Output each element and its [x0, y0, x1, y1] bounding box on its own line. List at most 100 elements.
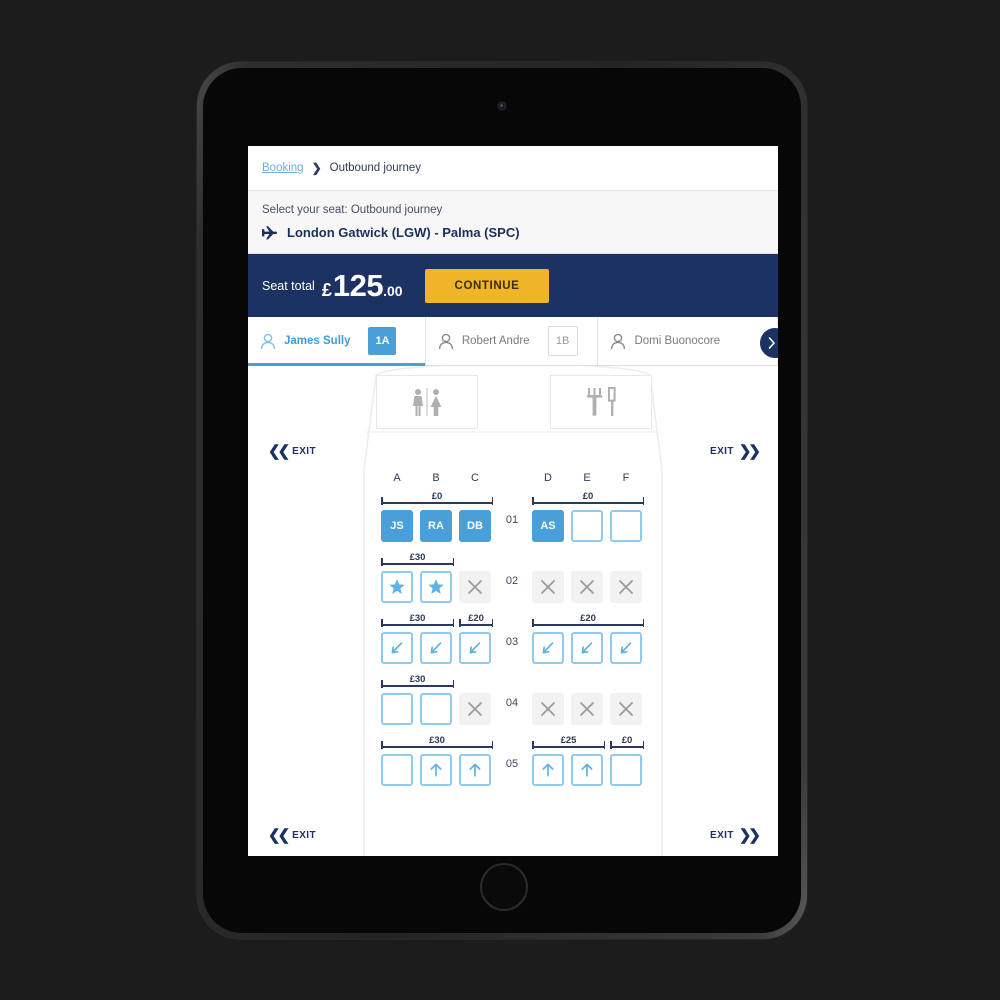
- seat-03D[interactable]: [532, 632, 564, 664]
- seat-total-amount: £ 125 .00: [322, 270, 403, 301]
- seat-02C: [459, 571, 491, 603]
- seat-01E[interactable]: [571, 510, 603, 542]
- seat-row-03: £30 £20 £20 03: [248, 613, 778, 675]
- chevron-right-double-icon: ❯❯: [738, 443, 761, 460]
- passenger-tab-james-sully[interactable]: James Sully 1A: [248, 317, 426, 366]
- price-bracket-row02-left: £30: [381, 552, 454, 566]
- seat-05D[interactable]: [532, 754, 564, 786]
- column-label-f: F: [622, 472, 630, 484]
- legroom-icon: [578, 639, 596, 657]
- exit-label: EXIT: [710, 446, 734, 457]
- breadcrumb: Booking ❯ Outbound journey: [248, 146, 778, 191]
- seat-row-01: £0 £0 JS RA DB 01 AS: [248, 491, 778, 553]
- seat-01D[interactable]: AS: [532, 510, 564, 542]
- route-header: Select your seat: Outbound journey Londo…: [248, 191, 778, 254]
- legroom-icon: [539, 639, 557, 657]
- route-title-row: London Gatwick (LGW) - Palma (SPC): [262, 225, 778, 240]
- seat-02D: [532, 571, 564, 603]
- person-icon: [438, 333, 454, 350]
- person-icon: [260, 333, 276, 350]
- screenshot-stage: Booking ❯ Outbound journey Select your s…: [0, 0, 1000, 1000]
- seat-01A[interactable]: JS: [381, 510, 413, 542]
- galley-facility: [550, 375, 652, 429]
- price-bracket-row01-left: £0: [381, 491, 493, 505]
- passenger-seat-badge[interactable]: 1A: [368, 327, 397, 355]
- cross-icon: [618, 701, 634, 717]
- seat-03B[interactable]: [420, 632, 452, 664]
- bracket-price: £20: [576, 613, 600, 624]
- seat-04A[interactable]: [381, 693, 413, 725]
- seat-03F[interactable]: [610, 632, 642, 664]
- cross-icon: [618, 579, 634, 595]
- exit-row-bottom: ❮❮ EXIT EXIT ❯❯: [248, 828, 778, 843]
- exit-label: EXIT: [292, 830, 316, 841]
- exit-marker-right: EXIT ❯❯: [710, 828, 761, 843]
- cross-icon: [467, 579, 483, 595]
- price-bracket-row01-right: £0: [532, 491, 644, 505]
- passenger-seat-badge[interactable]: 1B: [547, 326, 578, 356]
- legroom-icon: [388, 639, 406, 657]
- seat-05A[interactable]: [381, 754, 413, 786]
- bracket-price: £20: [464, 613, 488, 624]
- row-number-01: 01: [505, 514, 519, 526]
- amount-decimal: .00: [383, 283, 403, 299]
- seat-02B[interactable]: [420, 571, 452, 603]
- seat-02A[interactable]: [381, 571, 413, 603]
- seat-01F[interactable]: [610, 510, 642, 542]
- seat-03C[interactable]: [459, 632, 491, 664]
- chevron-left-double-icon: ❮❮: [268, 827, 290, 844]
- seat-01B[interactable]: RA: [420, 510, 452, 542]
- legroom-icon: [617, 639, 635, 657]
- bracket-price: £25: [556, 735, 581, 746]
- seat-04C: [459, 693, 491, 725]
- seat-05E[interactable]: [571, 754, 603, 786]
- seat-initials: RA: [428, 520, 444, 532]
- passenger-tab-robert-andre[interactable]: Robert Andre 1B: [426, 317, 599, 365]
- seat-initials: DB: [467, 520, 483, 532]
- breadcrumb-current: Outbound journey: [329, 162, 422, 174]
- home-button[interactable]: [480, 863, 528, 911]
- seat-05C[interactable]: [459, 754, 491, 786]
- price-bracket-row05-left: £30: [381, 735, 493, 749]
- passenger-name: James Sully: [284, 335, 351, 347]
- seat-05B[interactable]: [420, 754, 452, 786]
- lavatory-facility: [376, 375, 478, 429]
- seat-03E[interactable]: [571, 632, 603, 664]
- price-bracket-row04-left: £30: [381, 674, 454, 688]
- seat-01C[interactable]: DB: [459, 510, 491, 542]
- person-icon: [610, 333, 626, 350]
- breadcrumb-link-booking[interactable]: Booking: [262, 162, 304, 174]
- price-bracket-row03-left: £30: [381, 613, 454, 627]
- seat-05F[interactable]: [610, 754, 642, 786]
- exit-label: EXIT: [292, 446, 316, 457]
- front-icon: [578, 761, 596, 779]
- passenger-tab-domi-buonocore[interactable]: Domi Buonocore: [598, 317, 778, 365]
- seat-rows: £0 £0 JS RA DB 01 AS £30 02 £30 £20 £20 …: [248, 491, 778, 797]
- star-icon: [388, 578, 406, 596]
- front-icon: [539, 761, 557, 779]
- seat-row-04: £30 04: [248, 674, 778, 736]
- seat-04B[interactable]: [420, 693, 452, 725]
- seat-02E: [571, 571, 603, 603]
- row-number-03: 03: [505, 636, 519, 648]
- continue-button[interactable]: CONTINUE: [424, 268, 550, 303]
- passenger-name: Robert Andre: [461, 335, 530, 347]
- bracket-price: £0: [578, 491, 598, 502]
- currency-symbol: £: [321, 280, 332, 300]
- seat-total-bar: Seat total £ 125 .00 CONTINUE: [248, 254, 778, 317]
- seat-row-02: £30 02: [248, 552, 778, 614]
- column-label-b: B: [432, 472, 440, 484]
- seat-map: ❮❮ EXIT EXIT ❯❯ A B C D E F £0 £0 JS RA …: [248, 366, 778, 856]
- seat-03A[interactable]: [381, 632, 413, 664]
- column-label-c: C: [471, 472, 479, 484]
- bracket-price: £0: [427, 491, 447, 502]
- legroom-icon: [427, 639, 445, 657]
- column-label-e: E: [583, 472, 591, 484]
- bracket-price: £0: [617, 735, 637, 746]
- seat-initials: JS: [390, 520, 404, 532]
- seat-04F: [610, 693, 642, 725]
- price-bracket-row03-right: £20: [532, 613, 644, 627]
- page-title: London Gatwick (LGW) - Palma (SPC): [287, 225, 520, 240]
- breadcrumb-separator-icon: ❯: [311, 161, 322, 175]
- exit-marker-right: EXIT ❯❯: [710, 443, 761, 460]
